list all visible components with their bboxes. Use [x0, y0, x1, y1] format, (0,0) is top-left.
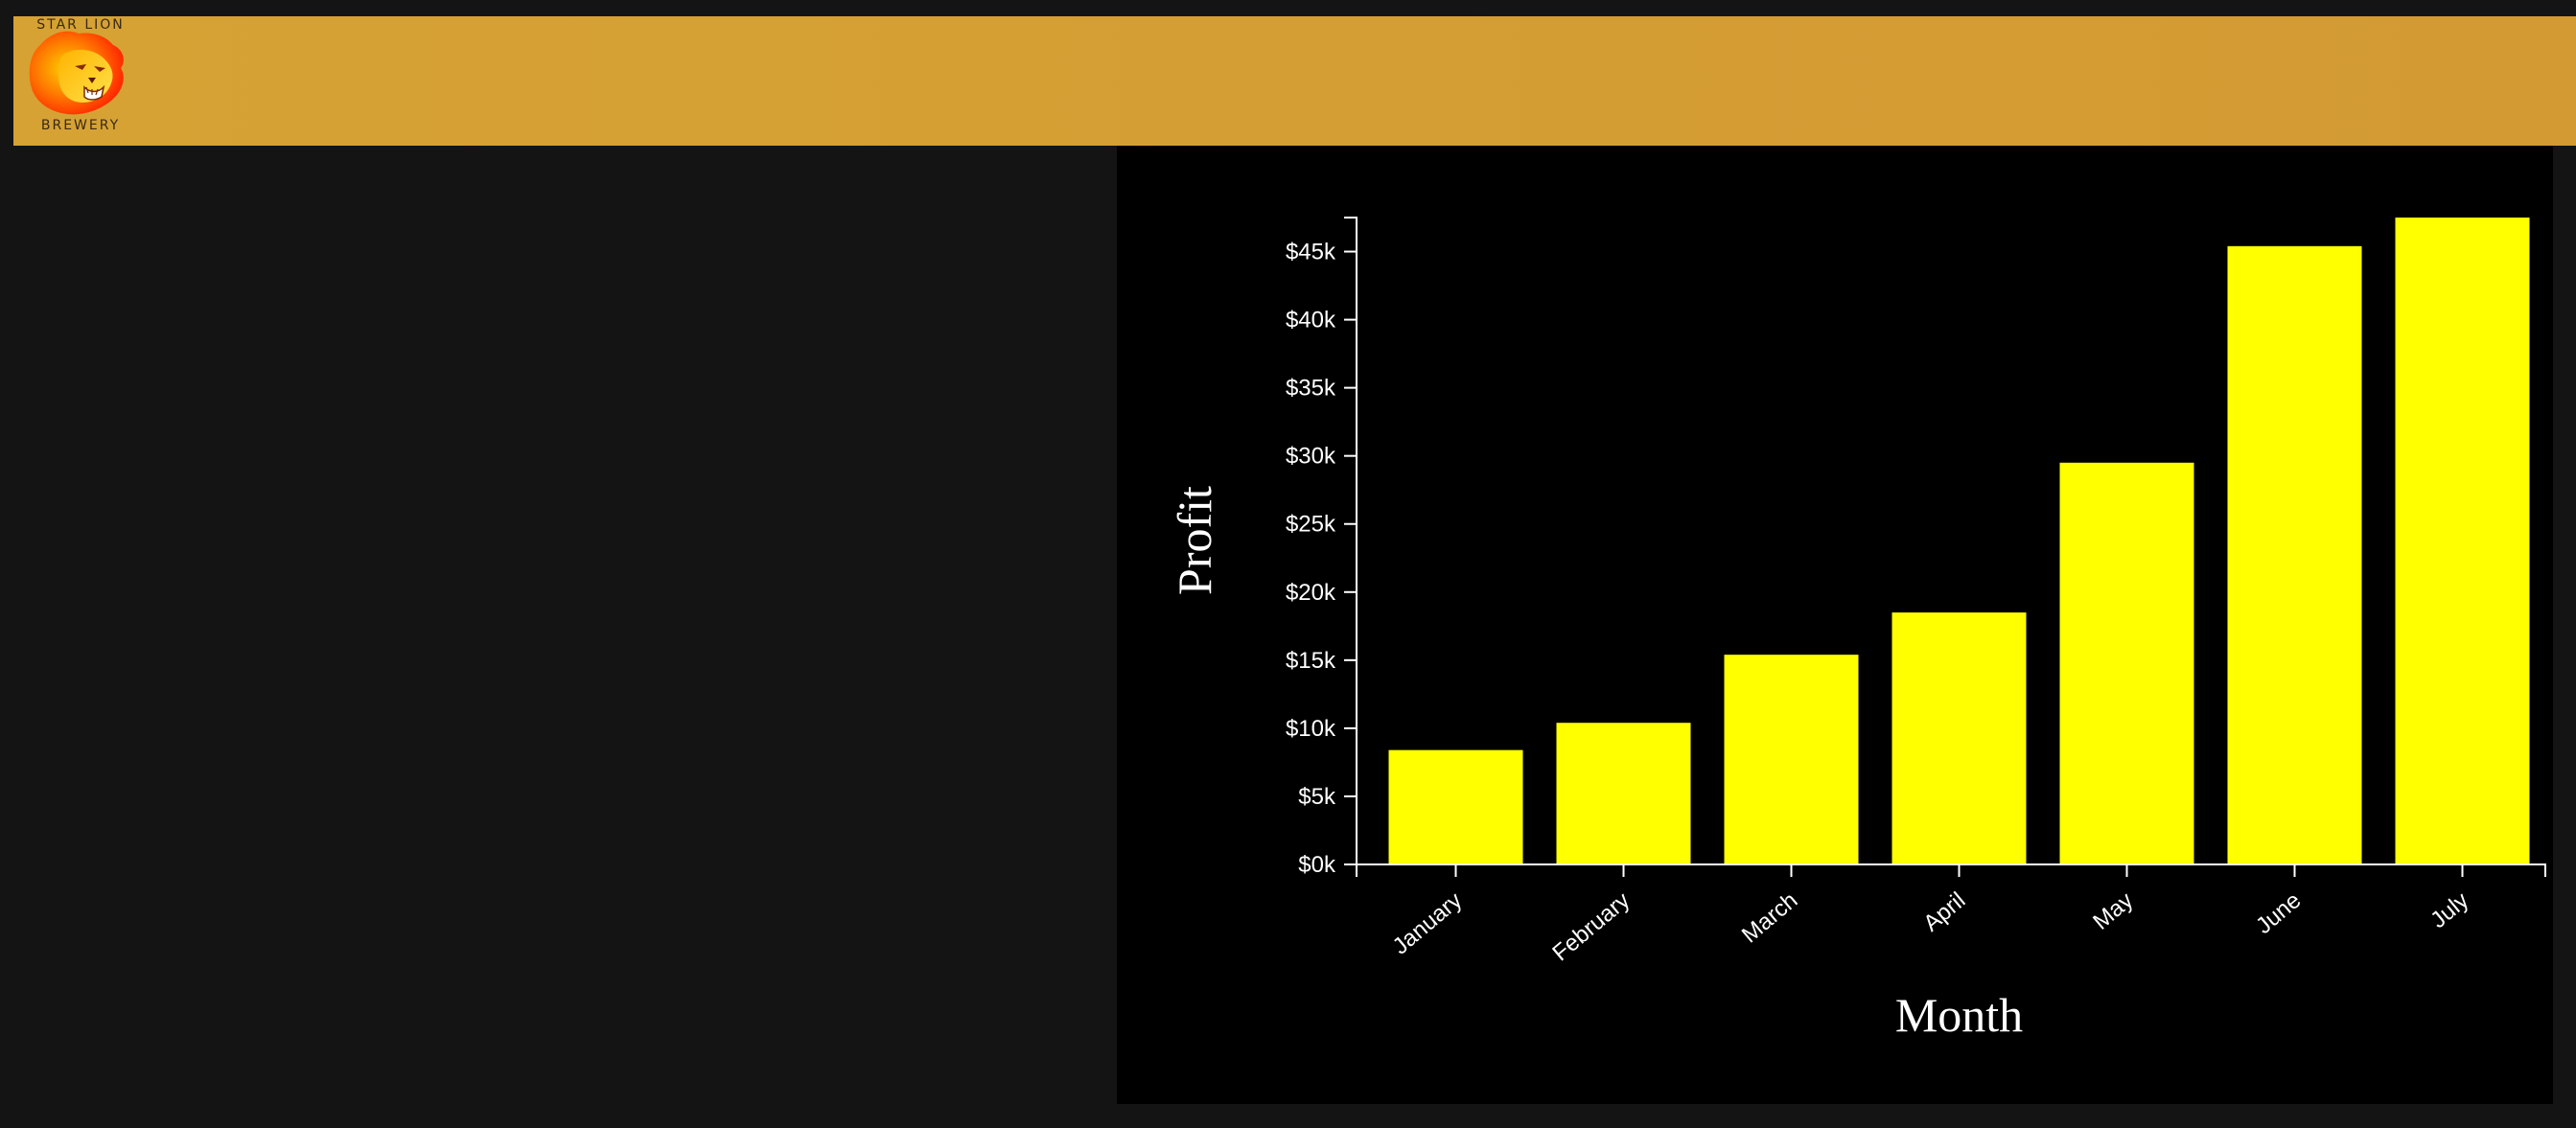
x-tick-label-july: July: [2425, 887, 2473, 933]
y-axis-title: Profit: [1168, 486, 1221, 595]
y-tick-label: $10k: [1286, 716, 1336, 742]
header-bar: STAR LION BREWERY: [13, 16, 2576, 146]
logo-top-text: STAR LION: [36, 17, 125, 33]
y-tick-label: $45k: [1286, 240, 1336, 265]
logo-bottom-text: BREWERY: [40, 118, 121, 133]
x-axis-title: Month: [1895, 988, 2023, 1042]
chart-panel: $0k $5k $10k $15k $20k $25k $30k $35k $40k $45k J…: [1117, 146, 2553, 1104]
x-tick-label-may: May: [2088, 887, 2138, 935]
y-tick-label: $15k: [1286, 648, 1336, 674]
bar-july: [2395, 218, 2530, 864]
bar-may: [2059, 462, 2194, 864]
y-axis: $0k $5k $10k $15k $20k $25k $30k $35k $40k $45k: [1286, 217, 1358, 878]
lion-head-icon: [29, 31, 124, 115]
bars-group: [1388, 218, 2530, 864]
x-tick-label-june: June: [2251, 887, 2306, 939]
y-tick-label: $20k: [1286, 580, 1336, 606]
profit-bar-chart: $0k $5k $10k $15k $20k $25k $30k $35k $40k $45k J…: [1168, 217, 2546, 1042]
x-axis: January February March April May June July: [1356, 863, 2546, 966]
y-tick-label: $0k: [1298, 852, 1336, 878]
y-tick-label: $35k: [1286, 376, 1336, 402]
bar-february: [1556, 723, 1691, 864]
bar-june: [2227, 245, 2362, 864]
y-tick-label: $40k: [1286, 308, 1336, 334]
y-tick-label: $5k: [1298, 784, 1336, 810]
x-tick-label-april: April: [1918, 887, 1970, 937]
y-tick-label: $30k: [1286, 444, 1336, 470]
x-axis-line: [1356, 863, 2546, 877]
brewery-logo[interactable]: STAR LION BREWERY: [19, 16, 144, 146]
y-axis-line: [1344, 217, 1358, 865]
y-tick-label: $25k: [1286, 512, 1336, 538]
x-tick-label-february: February: [1547, 887, 1635, 966]
x-tick-label-march: March: [1737, 887, 1802, 949]
bar-january: [1388, 749, 1523, 864]
x-tick-label-january: January: [1388, 887, 1468, 960]
bar-march: [1724, 655, 1859, 864]
bar-april: [1891, 612, 2027, 864]
